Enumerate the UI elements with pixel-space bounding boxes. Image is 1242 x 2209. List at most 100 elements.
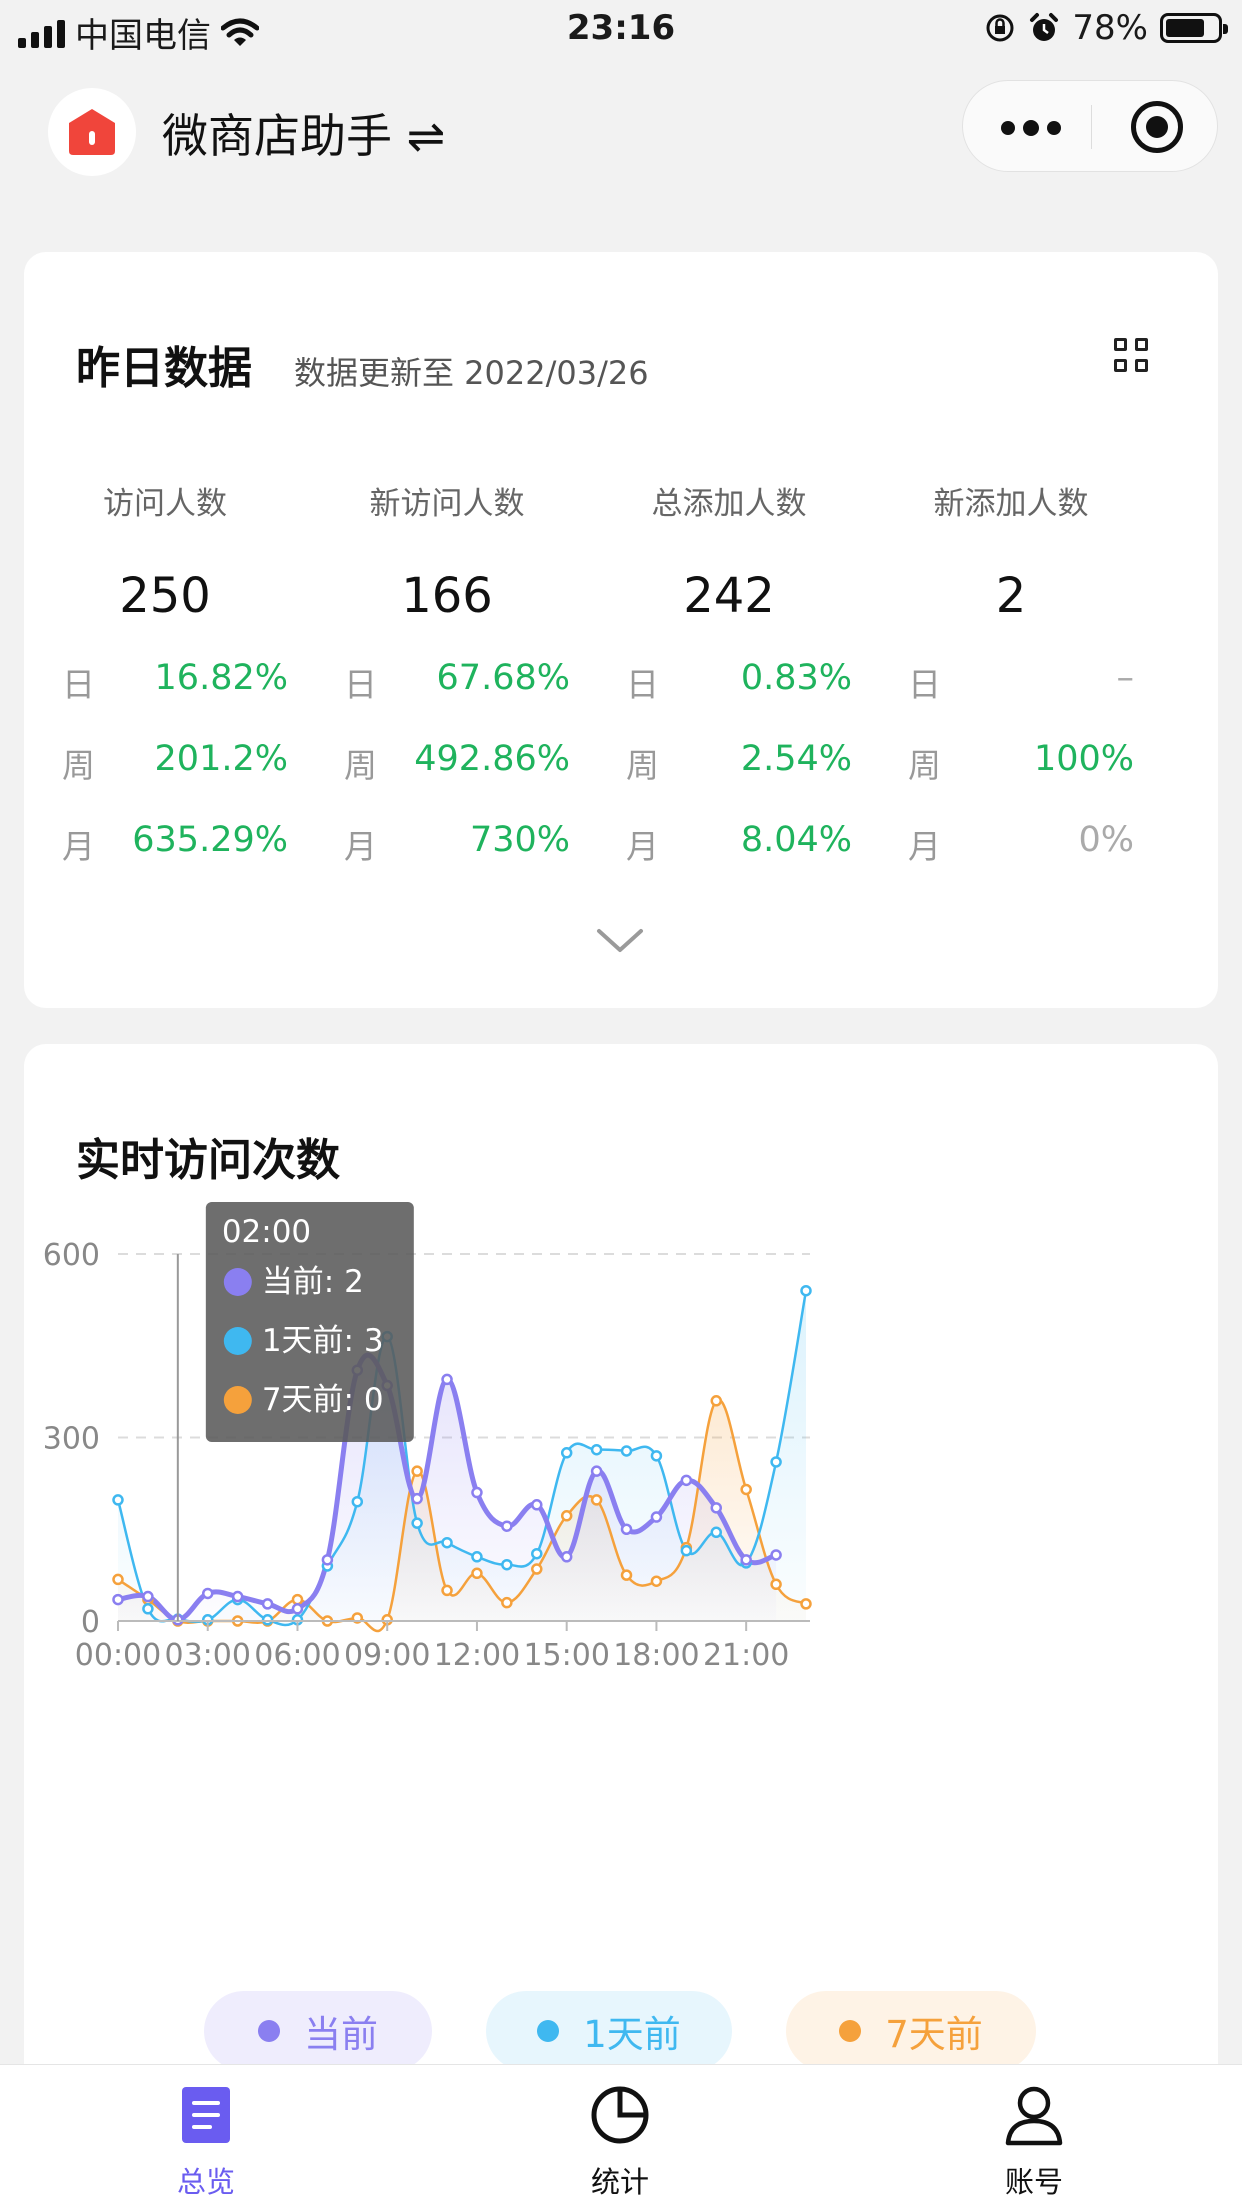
data-point-day1[interactable] <box>441 1536 453 1549</box>
data-point-day7[interactable] <box>800 1598 812 1610</box>
data-point-day7[interactable] <box>501 1596 513 1609</box>
data-point-day1[interactable] <box>590 1443 603 1456</box>
tooltip-row: 当前: 2 <box>262 1264 364 1300</box>
metric-row-day: 日 16.82% <box>62 658 288 704</box>
data-point-current[interactable] <box>201 1587 214 1600</box>
data-point-day1[interactable] <box>770 1456 782 1468</box>
realtime-card: 实时访问次数 0 300 600 00:00 03:00 06:00 09:00 12:00 1… <box>24 1044 1218 2144</box>
data-point-current[interactable] <box>590 1465 603 1477</box>
data-point-current[interactable] <box>261 1598 274 1610</box>
data-point-day7[interactable] <box>620 1569 633 1581</box>
data-point-day7[interactable] <box>710 1395 723 1407</box>
battery-icon <box>1160 13 1228 43</box>
data-point-day7[interactable] <box>471 1567 483 1580</box>
tab-account[interactable]: 账号 <box>934 2065 1134 2209</box>
data-point-current[interactable] <box>441 1373 453 1386</box>
metric-row-week: 周 492.86% <box>344 739 570 785</box>
data-point-day7[interactable] <box>531 1563 543 1575</box>
data-point-day1[interactable] <box>560 1447 573 1459</box>
legend-dot <box>839 2020 862 2042</box>
data-point-day7[interactable] <box>650 1575 663 1587</box>
data-point-current[interactable] <box>531 1499 543 1511</box>
data-point-current[interactable] <box>770 1549 782 1561</box>
x-tick-label: 03:00 <box>165 1638 251 1673</box>
data-point-day1[interactable] <box>620 1445 633 1457</box>
data-point-current[interactable] <box>740 1554 752 1566</box>
metric-new-added: 新添加人数 2 日 – 周 100% 月 0% <box>870 252 1152 1008</box>
y-tick-label: 0 <box>81 1605 100 1640</box>
data-point-day7[interactable] <box>291 1593 304 1606</box>
data-point-day7[interactable] <box>441 1584 453 1597</box>
tab-overview[interactable]: 总览 <box>106 2065 306 2209</box>
data-point-day1[interactable] <box>680 1544 693 1557</box>
metric-value: 250 <box>119 568 211 624</box>
x-tick-label: 09:00 <box>344 1638 430 1673</box>
legend-current[interactable]: 当前 <box>204 1991 432 2071</box>
tooltip-dot <box>223 1386 252 1414</box>
data-point-day1[interactable] <box>501 1558 513 1571</box>
app-logo[interactable] <box>48 88 136 176</box>
data-point-current[interactable] <box>620 1523 633 1535</box>
data-point-day1[interactable] <box>650 1450 663 1462</box>
metric-new-visitors: 新访问人数 166 日 67.68% 周 492.86% 月 730% <box>306 252 588 1008</box>
data-point-current[interactable] <box>231 1590 244 1603</box>
metric-value: 2 <box>995 568 1027 624</box>
tooltip-row: 7天前: 0 <box>262 1382 384 1418</box>
data-point-current[interactable] <box>650 1511 663 1523</box>
realtime-line-chart[interactable]: 0 300 600 00:00 03:00 06:00 09:00 12:00 15:00 18:… <box>24 1044 1218 1984</box>
data-point-day1[interactable] <box>351 1495 364 1508</box>
data-point-day1[interactable] <box>261 1614 274 1626</box>
data-point-current[interactable] <box>680 1474 693 1487</box>
data-point-day7[interactable] <box>411 1465 423 1477</box>
app-header: 微商店助手 ⇌ <box>0 62 1242 212</box>
battery-percent: 78% <box>1072 8 1148 48</box>
tooltip-title: 02:00 <box>222 1214 311 1250</box>
metric-row-week: 周 201.2% <box>62 739 288 785</box>
data-point-day7[interactable] <box>770 1578 782 1591</box>
mini-program-capsule <box>962 80 1218 172</box>
shop-icon <box>69 109 115 155</box>
data-point-current[interactable] <box>291 1603 304 1615</box>
alarm-icon <box>1030 13 1059 41</box>
app-title[interactable]: 微商店助手 ⇌ <box>162 100 445 166</box>
data-point-day1[interactable] <box>411 1517 423 1529</box>
tab-statistics[interactable]: 统计 <box>520 2065 720 2209</box>
legend-day7[interactable]: 7天前 <box>786 1991 1036 2071</box>
data-point-day1[interactable] <box>112 1494 124 1506</box>
data-point-current[interactable] <box>471 1486 483 1499</box>
more-icon[interactable] <box>1001 120 1061 136</box>
data-point-day7[interactable] <box>740 1483 752 1496</box>
summary-card: 昨日数据 数据更新至 2022/03/26 访问人数 250 日 16.82% 周… <box>24 252 1218 1008</box>
close-icon[interactable] <box>1131 101 1183 153</box>
status-bar: 中国电信 23:16 78% <box>0 0 1242 62</box>
data-point-current[interactable] <box>142 1590 154 1603</box>
data-point-current[interactable] <box>112 1593 124 1606</box>
x-tick-label: 00:00 <box>75 1638 161 1673</box>
data-point-current[interactable] <box>321 1554 334 1566</box>
legend-day1[interactable]: 1天前 <box>486 1991 732 2071</box>
tab-bar: 总览 统计 账号 <box>0 2064 1242 2209</box>
data-point-day1[interactable] <box>142 1603 154 1615</box>
data-point-day1[interactable] <box>710 1526 723 1539</box>
data-point-current[interactable] <box>710 1502 723 1514</box>
data-point-current[interactable] <box>560 1551 573 1563</box>
metric-value: 242 <box>683 568 775 624</box>
data-point-day1[interactable] <box>531 1547 543 1560</box>
metric-visitors: 访问人数 250 日 16.82% 周 201.2% 月 635.29% <box>24 252 306 1008</box>
data-point-day1[interactable] <box>471 1551 483 1563</box>
legend-dot <box>537 2020 560 2042</box>
x-tick-label: 21:00 <box>703 1638 789 1673</box>
x-tick-label: 06:00 <box>254 1638 340 1673</box>
data-point-current[interactable] <box>411 1492 423 1505</box>
data-point-day7[interactable] <box>590 1494 603 1506</box>
data-point-current[interactable] <box>501 1520 513 1532</box>
document-icon <box>182 2087 230 2143</box>
data-point-day7[interactable] <box>560 1510 573 1522</box>
data-point-day7[interactable] <box>112 1573 124 1586</box>
y-tick-label: 600 <box>43 1238 100 1273</box>
tooltip-dot <box>223 1268 252 1296</box>
chevron-down-icon[interactable] <box>595 926 645 956</box>
data-point-day1[interactable] <box>800 1284 812 1297</box>
metric-row-month: 月 8.04% <box>626 820 852 866</box>
tooltip-row: 1天前: 3 <box>262 1323 384 1359</box>
